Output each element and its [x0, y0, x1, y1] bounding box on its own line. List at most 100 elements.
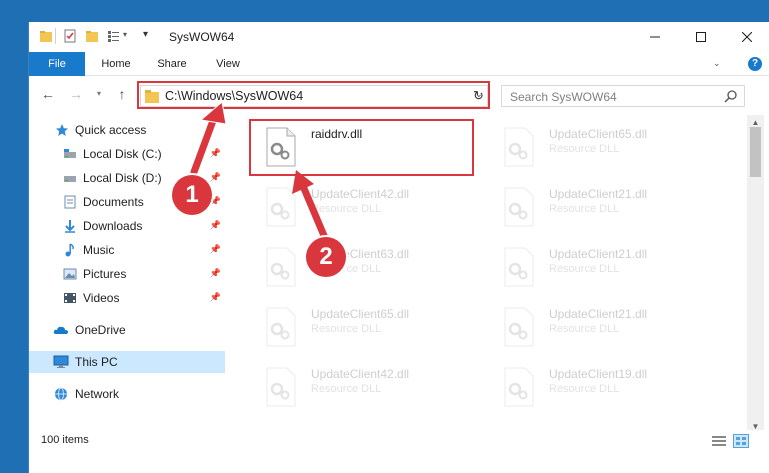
- file-name: raiddrv.dll: [311, 127, 363, 141]
- properties-icon[interactable]: [63, 29, 77, 43]
- explorer-window: ▾ ▾ SysWOW64 File Home Share View ⌄ ? ← …: [28, 22, 769, 473]
- view-options-icon[interactable]: [107, 29, 121, 43]
- title-separator: [55, 28, 56, 44]
- step-2-badge: 2: [306, 237, 346, 277]
- file-type: Resource DLL: [549, 143, 620, 155]
- pin-icon[interactable]: 📌: [210, 244, 221, 255]
- sidebar-item-local-disk-c[interactable]: Local Disk (C:) 📌: [29, 143, 225, 165]
- back-button[interactable]: ←: [39, 85, 57, 103]
- search-placeholder: Search SysWOW64: [510, 90, 617, 104]
- pin-icon[interactable]: 📌: [210, 172, 221, 183]
- file-item-raiddrv[interactable]: raiddrv.dll: [251, 119, 481, 173]
- details-view-icon[interactable]: [711, 434, 727, 448]
- sidebar-item-label: Documents: [83, 195, 144, 209]
- file-name: UpdateClient42.dll: [311, 367, 410, 381]
- file-type: Resource DLL: [549, 203, 620, 215]
- customize-toolbar-icon[interactable]: ▾: [143, 29, 148, 40]
- cloud-icon: [53, 326, 68, 334]
- pin-icon[interactable]: 📌: [210, 292, 221, 303]
- file-type: Resource DLL: [549, 323, 620, 335]
- back-arrow-icon: ←: [41, 86, 55, 102]
- folder-icon: [40, 31, 52, 42]
- file-name: UpdateClient21.dll: [549, 307, 648, 321]
- tab-view[interactable]: View: [203, 52, 253, 76]
- network-icon: [55, 387, 67, 401]
- sidebar-item-music[interactable]: Music 📌: [29, 239, 225, 261]
- sidebar-item-videos[interactable]: Videos 📌: [29, 287, 225, 309]
- sidebar-item-quick-access[interactable]: Quick access: [29, 119, 225, 141]
- file-type: Resource DLL: [549, 263, 620, 275]
- forward-button[interactable]: →: [67, 85, 85, 103]
- file-type: Resource DLL: [549, 383, 620, 395]
- maximize-button[interactable]: [678, 22, 724, 52]
- dll-file-icon: [266, 127, 296, 167]
- scroll-thumb[interactable]: [750, 127, 761, 177]
- maximize-icon: [696, 32, 706, 42]
- file-item[interactable]: UpdateClient63.dll Resource DLL: [251, 239, 481, 293]
- up-button[interactable]: ↑: [113, 85, 131, 103]
- title-bar: ▾ ▾ SysWOW64: [29, 22, 769, 52]
- sidebar-item-label: OneDrive: [75, 323, 126, 337]
- sidebar-item-this-pc[interactable]: This PC: [29, 351, 225, 373]
- large-icons-view-icon[interactable]: [733, 434, 749, 448]
- file-item[interactable]: UpdateClient21.dll Resource DLL: [489, 179, 719, 233]
- minimize-button[interactable]: [632, 22, 678, 52]
- sidebar-item-onedrive[interactable]: OneDrive: [29, 319, 225, 341]
- minimize-icon: [650, 36, 660, 38]
- file-item[interactable]: UpdateClient21.dll Resource DLL: [489, 299, 719, 353]
- sidebar-item-label: Local Disk (D:): [83, 171, 162, 185]
- dll-file-icon: [504, 307, 534, 347]
- file-item[interactable]: UpdateClient42.dll Resource DLL: [251, 359, 481, 413]
- dll-file-icon: [504, 187, 534, 227]
- expand-ribbon-icon[interactable]: ⌄: [713, 58, 721, 69]
- file-item[interactable]: UpdateClient65.dll Resource DLL: [251, 299, 481, 353]
- sidebar-item-network[interactable]: Network: [29, 383, 225, 405]
- vertical-scrollbar[interactable]: ▲ ▼: [747, 115, 764, 435]
- pictures-icon: [63, 268, 77, 280]
- drive-icon: [64, 176, 76, 182]
- documents-icon: [64, 195, 76, 209]
- tab-home[interactable]: Home: [91, 52, 141, 76]
- sidebar-item-pictures[interactable]: Pictures 📌: [29, 263, 225, 285]
- sidebar-item-downloads[interactable]: Downloads 📌: [29, 215, 225, 237]
- search-box[interactable]: Search SysWOW64: [501, 85, 745, 107]
- address-path[interactable]: C:\Windows\SysWOW64: [165, 89, 303, 103]
- videos-icon: [64, 293, 76, 303]
- dll-file-icon: [266, 367, 296, 407]
- file-name: UpdateClient21.dll: [549, 187, 648, 201]
- sidebar-item-label: Pictures: [83, 267, 127, 281]
- computer-icon: [53, 355, 69, 368]
- dll-file-icon: [266, 307, 296, 347]
- sidebar-item-label: Network: [75, 387, 120, 401]
- search-icon: [724, 90, 737, 103]
- file-item[interactable]: UpdateClient65.dll Resource DLL: [489, 119, 719, 173]
- tab-share[interactable]: Share: [147, 52, 197, 76]
- dll-file-icon: [266, 187, 296, 227]
- navigation-bar: ← → ▾ ↑ C:\Windows\SysWOW64 ⌄ ↻ Search S…: [29, 77, 769, 111]
- pin-icon[interactable]: 📌: [210, 268, 221, 279]
- folder-icon: [145, 90, 159, 103]
- address-bar[interactable]: C:\Windows\SysWOW64 ⌄: [140, 85, 488, 107]
- file-item[interactable]: UpdateClient19.dll Resource DLL: [489, 359, 719, 413]
- new-folder-icon[interactable]: [85, 29, 99, 43]
- ribbon-tabs: File Home Share View ⌄ ?: [29, 52, 769, 76]
- navigation-pane: Quick access Local Disk (C:) 📌 Local Dis…: [29, 115, 225, 435]
- help-button[interactable]: ?: [748, 57, 762, 71]
- file-item[interactable]: UpdateClient21.dll Resource DLL: [489, 239, 719, 293]
- file-item[interactable]: UpdateClient42.dll Resource DLL: [251, 179, 481, 233]
- recent-locations-button[interactable]: ▾: [93, 85, 105, 103]
- file-name: UpdateClient42.dll: [311, 187, 410, 201]
- refresh-button[interactable]: ↻: [469, 85, 489, 107]
- close-button[interactable]: [724, 22, 769, 52]
- sidebar-item-label: Videos: [83, 291, 120, 305]
- pin-icon[interactable]: 📌: [210, 220, 221, 231]
- status-bar: 100 items: [29, 430, 769, 452]
- sidebar-item-label: Music: [83, 243, 115, 257]
- pin-icon[interactable]: 📌: [210, 148, 221, 159]
- file-name: UpdateClient65.dll: [549, 127, 648, 141]
- tab-file[interactable]: File: [29, 52, 85, 76]
- qa-dropdown-icon[interactable]: ▾: [123, 30, 127, 39]
- dll-file-icon: [504, 247, 534, 287]
- file-list: raiddrv.dll UpdateClient42.dll Resource …: [237, 115, 743, 433]
- dll-file-icon: [504, 127, 534, 167]
